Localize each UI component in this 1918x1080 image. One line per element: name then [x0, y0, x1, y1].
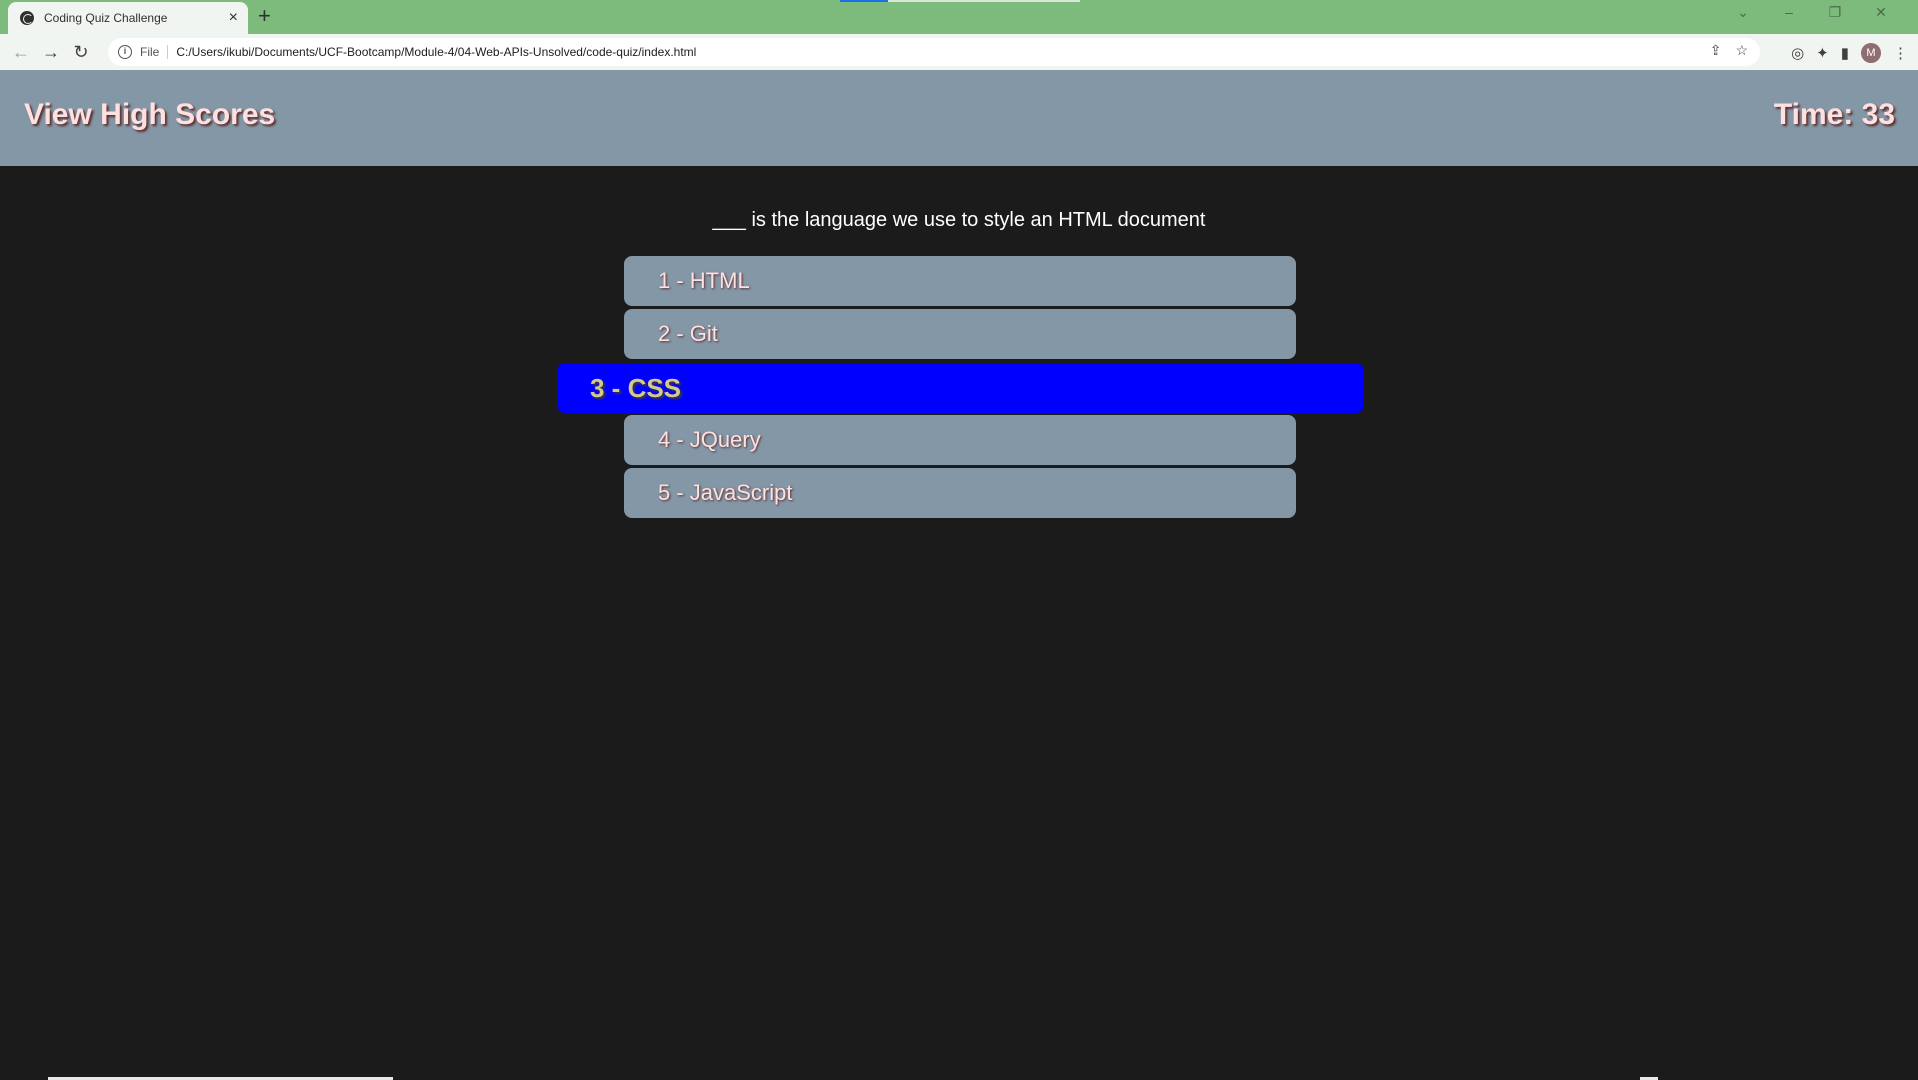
- app-header: View High Scores Time: 33: [0, 70, 1918, 166]
- close-window-icon[interactable]: ✕: [1858, 4, 1904, 21]
- extension-circle-icon[interactable]: ◎: [1791, 44, 1804, 62]
- answer-button-3[interactable]: 3 - CSS: [557, 363, 1364, 413]
- url-scheme-label: File: [140, 45, 169, 59]
- answer-button-4[interactable]: 4 - JQuery: [624, 415, 1296, 465]
- answer-button-1[interactable]: 1 - HTML: [624, 256, 1296, 306]
- window-controls: ⌄ – ❐ ✕: [1720, 4, 1904, 21]
- browser-toolbar: ← → ↻ i File C:/Users/ikubi/Documents/UC…: [0, 34, 1918, 70]
- profile-avatar[interactable]: M: [1861, 43, 1881, 63]
- restore-icon[interactable]: ❐: [1812, 4, 1858, 21]
- browser-tab-strip: Coding Quiz Challenge × + ⌄ – ❐ ✕: [0, 0, 1918, 34]
- tab-title: Coding Quiz Challenge: [44, 11, 168, 25]
- address-bar[interactable]: i File C:/Users/ikubi/Documents/UCF-Boot…: [108, 38, 1760, 66]
- url-text[interactable]: C:/Users/ikubi/Documents/UCF-Bootcamp/Mo…: [176, 45, 696, 59]
- browser-tab[interactable]: Coding Quiz Challenge ×: [8, 2, 248, 34]
- answer-button-5[interactable]: 5 - JavaScript: [624, 468, 1296, 518]
- tab-search-icon[interactable]: ⌄: [1720, 4, 1766, 21]
- forward-icon[interactable]: →: [36, 42, 66, 63]
- view-high-scores-link[interactable]: View High Scores: [24, 98, 275, 132]
- info-icon[interactable]: i: [118, 45, 132, 59]
- answer-button-2[interactable]: 2 - Git: [624, 309, 1296, 359]
- side-panel-icon[interactable]: ▮: [1841, 44, 1849, 62]
- globe-icon: [20, 11, 34, 25]
- loading-indicator: [840, 0, 1080, 2]
- tab-close-icon[interactable]: ×: [229, 9, 238, 27]
- menu-kebab-icon[interactable]: ⋮: [1893, 44, 1908, 62]
- toolbar-right-icons: ◎ ✦ ▮ M ⋮: [1791, 43, 1908, 63]
- new-tab-button[interactable]: +: [258, 4, 271, 28]
- share-icon[interactable]: ⇪: [1710, 42, 1722, 59]
- address-bar-actions: ⇪ ☆: [1710, 42, 1748, 59]
- back-icon[interactable]: ←: [6, 42, 36, 63]
- extensions-puzzle-icon[interactable]: ✦: [1816, 44, 1829, 62]
- reload-icon[interactable]: ↻: [66, 42, 96, 63]
- question-text: ___ is the language we use to style an H…: [712, 209, 1206, 231]
- timer: Time: 33: [1773, 98, 1895, 131]
- minimize-icon[interactable]: –: [1766, 4, 1812, 21]
- bookmark-star-icon[interactable]: ☆: [1735, 42, 1748, 59]
